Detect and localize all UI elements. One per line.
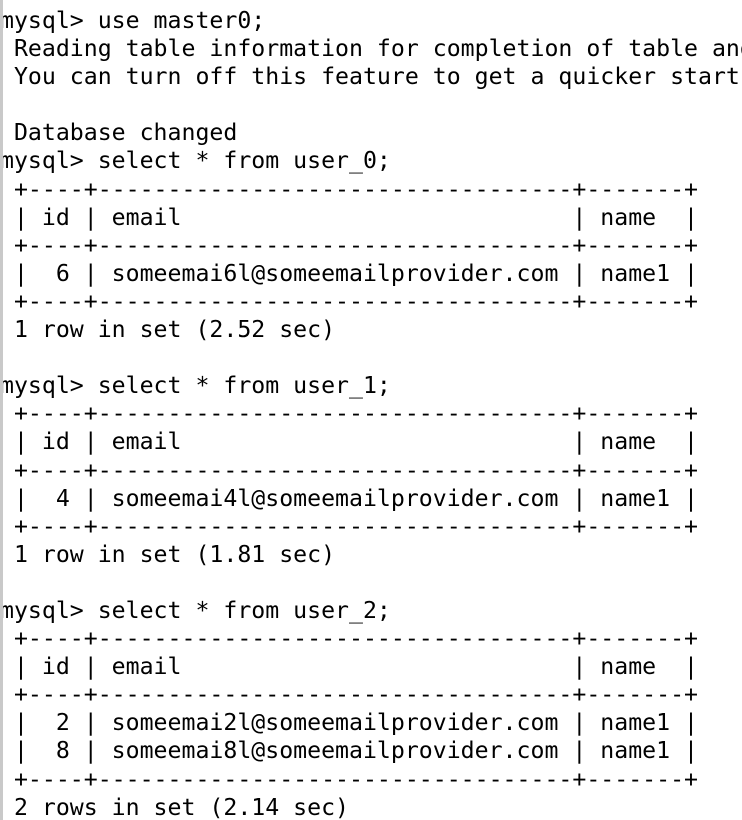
- terminal-line: +----+----------------------------------…: [0, 681, 699, 709]
- terminal-line: +----+----------------------------------…: [0, 512, 699, 540]
- window-edge-sliver: [0, 0, 3, 820]
- terminal-line: Database changed: [0, 119, 238, 147]
- terminal-line: mysql> use master0;: [0, 7, 266, 34]
- terminal-output[interactable]: mysql> use master0; Reading table inform…: [0, 0, 742, 820]
- terminal-line: mysql> select * from user_2;: [0, 596, 391, 624]
- terminal-line: 1 row in set (2.52 sec): [0, 316, 336, 344]
- terminal-line: | 6 | someemai6l@someemailprovider.com |…: [0, 259, 699, 287]
- terminal-line: | 4 | someemai4l@someemailprovider.com |…: [0, 484, 699, 512]
- terminal-line: +----+----------------------------------…: [0, 765, 699, 793]
- terminal-line: 1 row in set (1.81 sec): [0, 540, 336, 568]
- terminal-line: +----+----------------------------------…: [0, 400, 699, 428]
- terminal-window[interactable]: mysql> use master0; Reading table inform…: [0, 0, 742, 820]
- terminal-line: | id | email | name |: [0, 428, 699, 456]
- terminal-line: | 8 | someemai8l@someemailprovider.com |…: [0, 737, 699, 765]
- terminal-line: +----+----------------------------------…: [0, 287, 699, 315]
- terminal-line: | 2 | someemai2l@someemailprovider.com |…: [0, 709, 699, 737]
- terminal-line: mysql> select * from user_1;: [0, 372, 391, 400]
- terminal-line: +----+----------------------------------…: [0, 231, 699, 259]
- terminal-line: You can turn off this feature to get a q…: [0, 63, 742, 91]
- terminal-line: | id | email | name |: [0, 653, 699, 681]
- terminal-line: | id | email | name |: [0, 203, 699, 231]
- terminal-line: +----+----------------------------------…: [0, 175, 699, 203]
- terminal-line: +----+----------------------------------…: [0, 456, 699, 484]
- terminal-line: 2 rows in set (2.14 sec): [0, 793, 350, 820]
- terminal-line: mysql> select * from user_0;: [0, 147, 391, 175]
- terminal-line: +----+----------------------------------…: [0, 625, 699, 653]
- terminal-line: Reading table information for completion…: [0, 35, 742, 63]
